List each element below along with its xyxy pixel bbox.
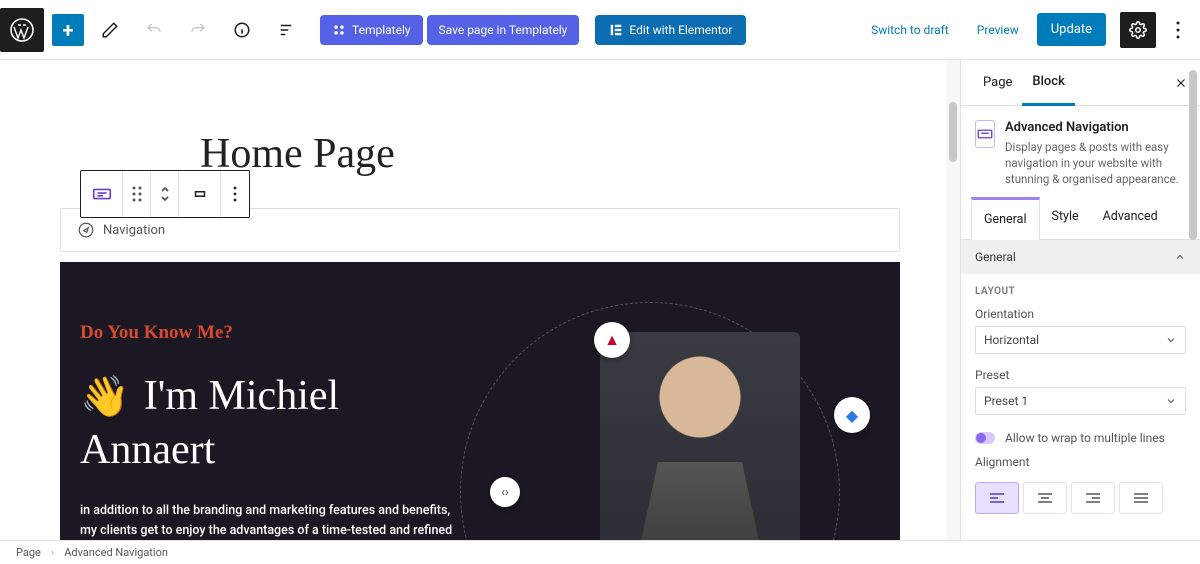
- wave-emoji: 👋: [80, 373, 130, 420]
- tab-style[interactable]: Style: [1040, 197, 1091, 239]
- orientation-value: Horizontal: [984, 333, 1039, 347]
- align-justify-button[interactable]: [1119, 482, 1163, 514]
- chevron-down-icon: [1165, 395, 1177, 407]
- edit-elementor-button[interactable]: Edit with Elementor: [595, 15, 746, 45]
- editor-main: Home Page Navigation: [0, 60, 1200, 540]
- block-inner-tabs: General Style Advanced: [961, 197, 1200, 240]
- chevron-up-icon: [1174, 251, 1186, 263]
- wrap-toggle-row[interactable]: Allow to wrap to multiple lines: [961, 425, 1200, 451]
- breadcrumb-root[interactable]: Page: [16, 546, 41, 559]
- breadcrumb-footer: Page › Advanced Navigation: [0, 540, 1200, 564]
- save-templately-label: Save page in Templately: [439, 23, 568, 37]
- preset-field: Preset Preset 1: [961, 364, 1200, 425]
- more-options-icon[interactable]: [1164, 21, 1192, 39]
- settings-button[interactable]: [1120, 12, 1156, 48]
- preset-value: Preset 1: [984, 394, 1028, 408]
- navigation-block-label: Navigation: [103, 223, 165, 238]
- block-type-icon[interactable]: [81, 171, 123, 217]
- page-title-area: Home Page: [60, 90, 900, 178]
- dropdown-section-label: DROPDOWN MENUS: [961, 534, 1200, 540]
- block-description: Advanced Navigation Display pages & post…: [961, 106, 1200, 197]
- settings-sidebar: Page Block Advanced Navigation Display p…: [960, 60, 1200, 540]
- wrap-toggle[interactable]: [975, 432, 995, 444]
- wrap-label: Allow to wrap to multiple lines: [1005, 431, 1165, 445]
- sidebar-tabs: Page Block: [961, 60, 1200, 106]
- chevron-down-icon: [1165, 334, 1177, 346]
- move-up-down-icon[interactable]: [151, 171, 179, 217]
- tab-page[interactable]: Page: [973, 61, 1022, 104]
- undo-icon[interactable]: [136, 12, 172, 48]
- breadcrumb-sep-icon: ›: [51, 546, 54, 559]
- vscode-icon: ◆: [834, 397, 870, 433]
- tab-block[interactable]: Block: [1022, 60, 1074, 106]
- preset-label: Preset: [975, 368, 1186, 382]
- add-block-button[interactable]: +: [52, 14, 84, 46]
- align-icon[interactable]: [179, 171, 221, 217]
- canvas-scrollbar[interactable]: [946, 60, 960, 540]
- hero-heading-line1: I'm Michiel: [144, 372, 339, 422]
- block-toolbar: [80, 170, 250, 218]
- breadcrumb-current[interactable]: Advanced Navigation: [64, 546, 168, 559]
- editor-topbar: + Templately Save page in Templately Edi…: [0, 0, 1200, 60]
- redo-icon[interactable]: [180, 12, 216, 48]
- tab-general[interactable]: General: [971, 197, 1040, 240]
- align-left-button[interactable]: [975, 482, 1019, 514]
- block-icon: [975, 120, 995, 148]
- drag-handle-icon[interactable]: [123, 171, 151, 217]
- accordion-general[interactable]: General: [961, 240, 1200, 274]
- angular-icon: ▲: [594, 322, 630, 358]
- alignment-group: [961, 476, 1200, 520]
- align-right-button[interactable]: [1071, 482, 1115, 514]
- list-view-icon[interactable]: [268, 12, 304, 48]
- block-name: Advanced Navigation: [1005, 120, 1186, 135]
- info-icon[interactable]: [224, 12, 260, 48]
- preview-link[interactable]: Preview: [967, 15, 1029, 45]
- alignment-label: Alignment: [975, 455, 1186, 469]
- align-center-button[interactable]: [1023, 482, 1067, 514]
- tab-advanced[interactable]: Advanced: [1091, 197, 1170, 239]
- page-title[interactable]: Home Page: [200, 130, 900, 178]
- block-desc-text: Display pages & posts with easy navigati…: [1005, 139, 1186, 187]
- arrows-icon: ‹›: [490, 477, 520, 507]
- wordpress-logo[interactable]: [0, 8, 44, 52]
- templately-buttons: Templately Save page in Templately: [320, 15, 579, 45]
- accordion-general-label: General: [975, 250, 1016, 264]
- block-more-icon[interactable]: [221, 171, 249, 217]
- templately-button[interactable]: Templately: [320, 15, 423, 45]
- save-templately-button[interactable]: Save page in Templately: [427, 15, 580, 45]
- orientation-select[interactable]: Horizontal: [975, 326, 1186, 354]
- switch-to-draft-link[interactable]: Switch to draft: [861, 15, 959, 45]
- editor-canvas[interactable]: Home Page Navigation: [0, 60, 960, 540]
- orientation-label: Orientation: [975, 307, 1186, 321]
- templately-label: Templately: [352, 23, 411, 37]
- orientation-field: Orientation Horizontal: [961, 303, 1200, 364]
- sidebar-scrollbar[interactable]: [1186, 60, 1200, 540]
- portrait-image: [600, 332, 800, 540]
- layout-section-label: LAYOUT: [961, 274, 1200, 303]
- edit-elementor-label: Edit with Elementor: [629, 23, 732, 37]
- preset-select[interactable]: Preset 1: [975, 387, 1186, 415]
- hero-description: in addition to all the branding and mark…: [80, 501, 460, 540]
- compass-icon: [77, 221, 95, 239]
- hero-section[interactable]: Do You Know Me? 👋 I'm Michiel Annaert in…: [60, 262, 900, 540]
- update-button[interactable]: Update: [1037, 13, 1106, 46]
- edit-mode-icon[interactable]: [92, 12, 128, 48]
